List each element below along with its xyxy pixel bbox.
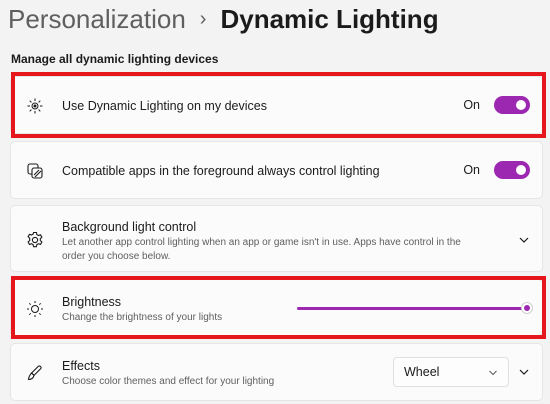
brightness-slider[interactable]	[297, 302, 533, 314]
gear-icon	[26, 231, 44, 249]
breadcrumb: Personalization › Dynamic Lighting	[8, 0, 439, 38]
setting-title: Compatible apps in the foreground always…	[62, 164, 380, 178]
chevron-down-icon[interactable]	[518, 366, 530, 378]
breadcrumb-separator: ›	[199, 7, 207, 30]
slider-track	[297, 307, 527, 310]
setting-description: Choose color themes and effect for your …	[62, 376, 275, 387]
chevron-down-icon	[488, 365, 498, 379]
effects-dropdown-value: Wheel	[404, 365, 440, 379]
compatible-apps-toggle[interactable]	[494, 161, 530, 179]
dynamic-lighting-toggle[interactable]	[494, 96, 530, 114]
brush-icon	[26, 364, 44, 382]
setting-card-compatible-apps: Compatible apps in the foreground always…	[10, 141, 543, 199]
chevron-down-icon[interactable]	[518, 234, 530, 246]
breadcrumb-personalization[interactable]: Personalization	[8, 4, 186, 35]
apps-lighting-icon	[26, 162, 44, 180]
toggle-state-label: On	[463, 98, 480, 112]
brightness-icon	[26, 300, 44, 318]
effects-dropdown[interactable]: Wheel	[393, 357, 509, 387]
dynamic-lighting-icon	[26, 97, 44, 115]
setting-card-use-dynamic-lighting: Use Dynamic Lighting on my devices On	[10, 76, 543, 134]
setting-title: Use Dynamic Lighting on my devices	[62, 99, 267, 113]
setting-title: Effects	[62, 359, 100, 373]
page-title: Dynamic Lighting	[220, 3, 439, 34]
setting-card-effects: Effects Choose color themes and effect f…	[10, 343, 543, 401]
section-header: Manage all dynamic lighting devices	[11, 52, 219, 66]
setting-card-brightness: Brightness Change the brightness of your…	[10, 279, 543, 336]
setting-card-background-light-control[interactable]: Background light control Let another app…	[10, 205, 543, 272]
slider-thumb[interactable]	[521, 302, 533, 314]
setting-title: Background light control	[62, 220, 197, 234]
toggle-state-label: On	[463, 163, 480, 177]
setting-description: Let another app control lighting when an…	[62, 237, 461, 262]
